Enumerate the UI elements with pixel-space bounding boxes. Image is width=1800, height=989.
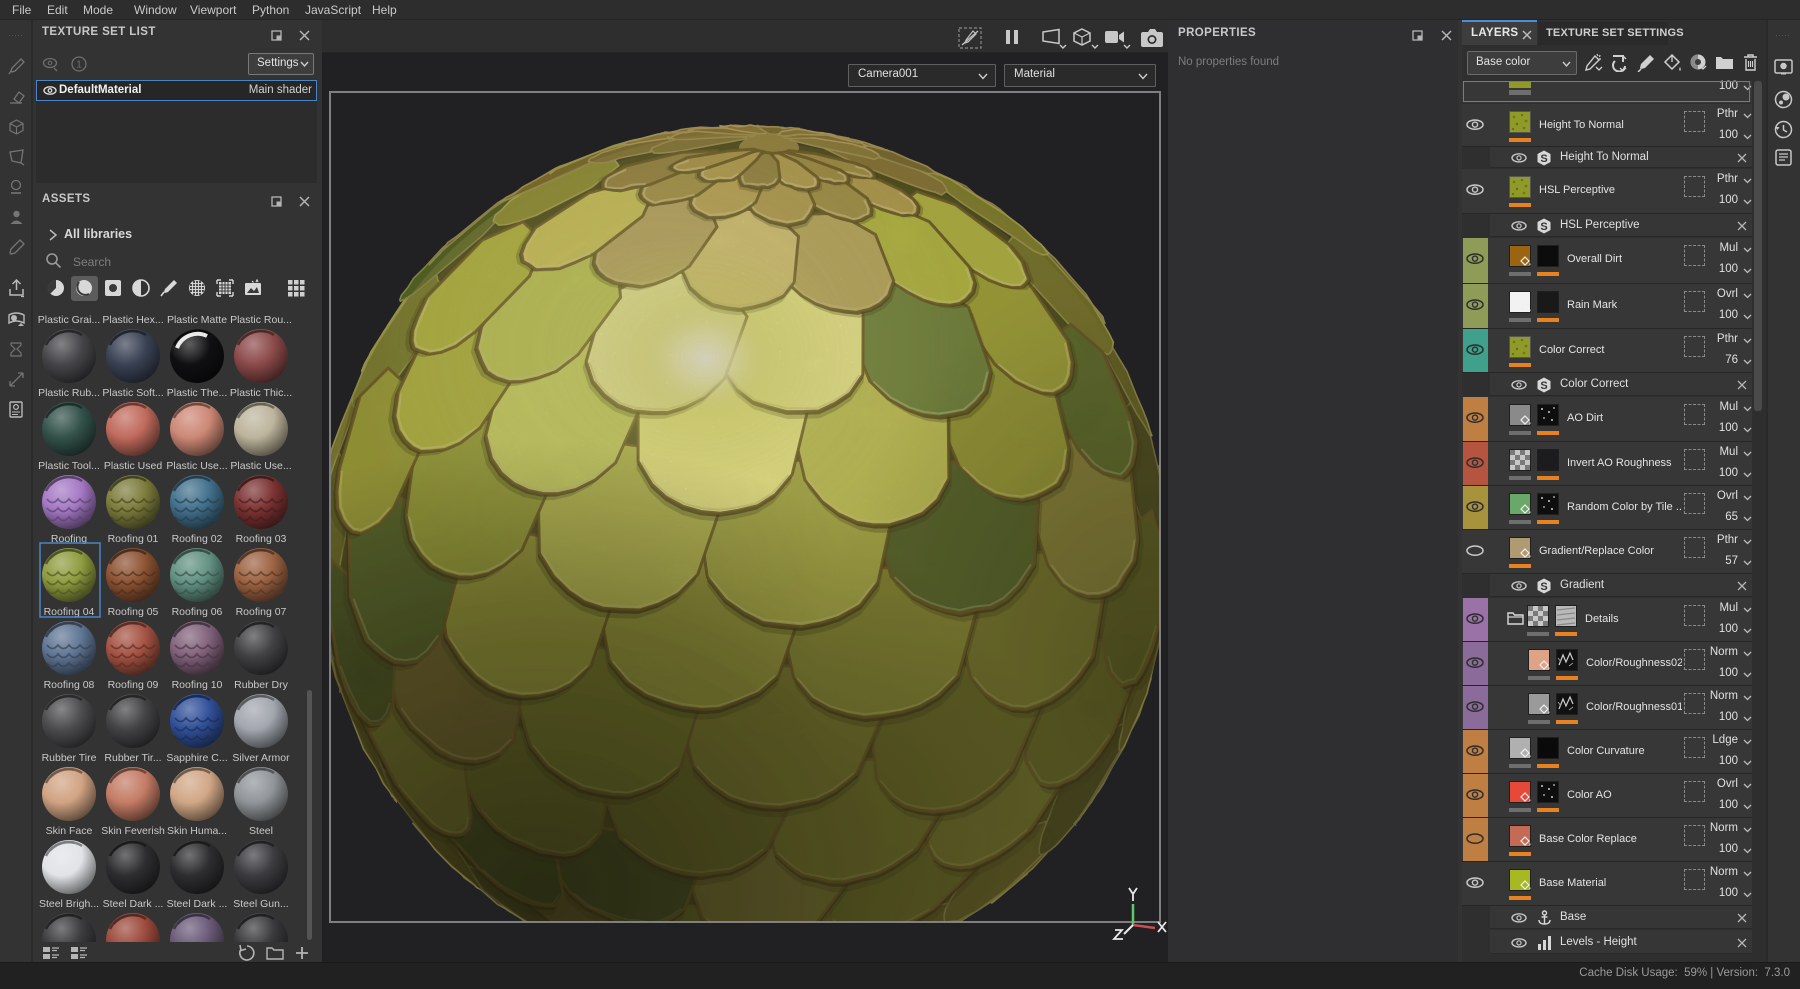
svg-text:Plastic Soft...: Plastic Soft... [102,387,163,399]
svg-text:Plastic The...: Plastic The... [167,387,228,399]
svg-text:Plastic Use...: Plastic Use... [230,460,291,472]
svg-text:Steel Dark ...: Steel Dark ... [103,898,164,910]
svg-text:Roofing 07: Roofing 07 [236,606,287,618]
svg-text:Plastic Thic...: Plastic Thic... [230,387,292,399]
svg-text:Rubber Tire: Rubber Tire [42,752,97,764]
svg-text:S: S [1540,581,1547,593]
svg-text:Steel Gun...: Steel Gun... [233,898,288,910]
svg-text:Skin Face: Skin Face [46,825,93,837]
svg-text:Roofing 04: Roofing 04 [44,606,95,618]
svg-text:Plastic Use...: Plastic Use... [166,460,227,472]
svg-text:S: S [1540,221,1547,233]
svg-text:Sapphire C...: Sapphire C... [166,752,227,764]
svg-text:Skin Huma...: Skin Huma... [167,825,227,837]
svg-text:Plastic Rub...: Plastic Rub... [38,387,100,399]
svg-text:Roofing 06: Roofing 06 [172,606,223,618]
svg-text:Steel: Steel [249,825,273,837]
svg-text:S: S [1540,380,1547,392]
svg-text:Plastic Matte: Plastic Matte [167,314,227,326]
svg-text:Roofing 01: Roofing 01 [108,533,159,545]
svg-text:Plastic Tool...: Plastic Tool... [38,460,100,472]
svg-text:S: S [1540,153,1547,165]
svg-text:Rubber Tir...: Rubber Tir... [104,752,161,764]
svg-text:Rubber Dry: Rubber Dry [234,679,288,691]
svg-text:Steel Dark ...: Steel Dark ... [167,898,228,910]
svg-text:Plastic Rou...: Plastic Rou... [230,314,292,326]
svg-text:Roofing 03: Roofing 03 [236,533,287,545]
svg-text:Silver Armor: Silver Armor [232,752,290,764]
svg-text:Skin Feverish: Skin Feverish [101,825,165,837]
svg-text:Roofing 02: Roofing 02 [172,533,223,545]
svg-text:Roofing 09: Roofing 09 [108,679,159,691]
svg-text:1: 1 [76,60,82,71]
svg-text:Plastic Grai...: Plastic Grai... [38,314,100,326]
svg-text:Plastic Hex...: Plastic Hex... [102,314,163,326]
svg-text:Steel Brigh...: Steel Brigh... [39,898,99,910]
svg-text:Roofing 10: Roofing 10 [172,679,223,691]
svg-text:Roofing 05: Roofing 05 [108,606,159,618]
svg-text:Plastic Used: Plastic Used [104,460,163,472]
svg-text:Roofing 08: Roofing 08 [44,679,95,691]
